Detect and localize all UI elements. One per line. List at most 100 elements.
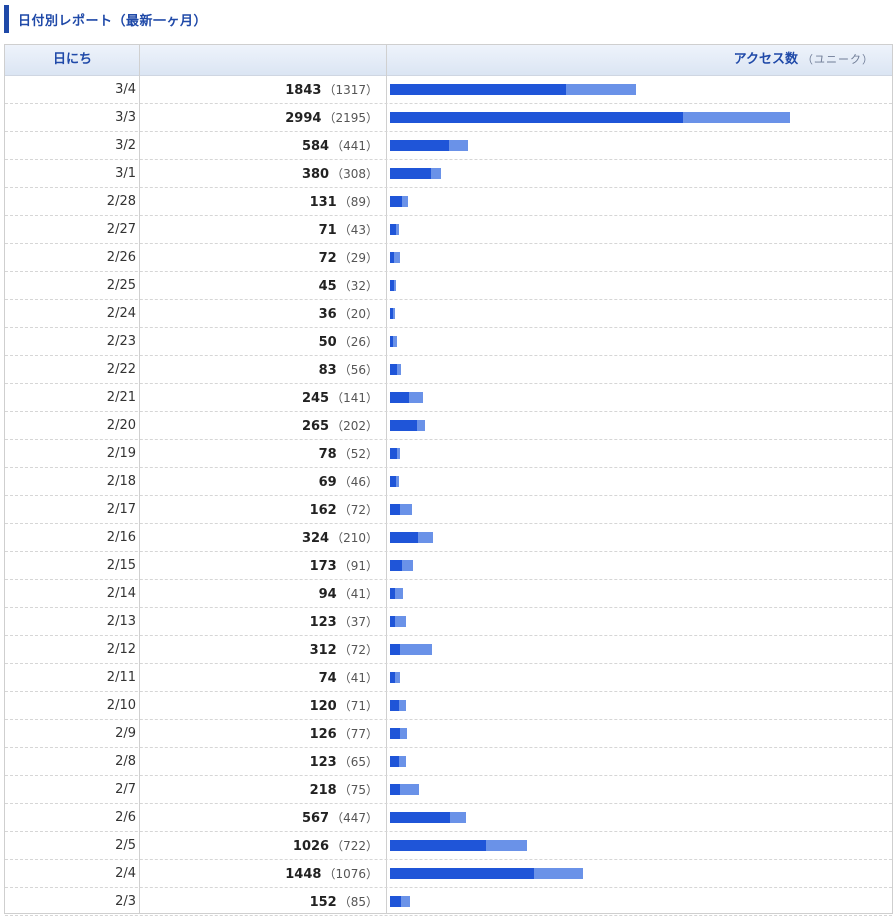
table-row: 2/23 50 （26）: [5, 328, 892, 356]
row-access-count: 218 （75）: [310, 776, 378, 804]
total-visits-label: 324: [301, 531, 330, 546]
page-title: 日付別レポート（最新一ヶ月）: [18, 13, 208, 29]
total-visits-label: 245: [301, 391, 330, 406]
unique-visits-bar: [390, 140, 449, 151]
total-visits-label: 173: [309, 559, 337, 574]
row-date: 2/8: [115, 754, 136, 769]
total-visits-label: 74: [318, 671, 337, 686]
unique-visits-bar: [390, 308, 393, 319]
row-date: 2/3: [115, 894, 136, 909]
table-row: 2/14 94 （41）: [5, 580, 892, 608]
table-row: 3/2 584 （441）: [5, 132, 892, 160]
unique-visits-label: （89）: [338, 195, 378, 209]
row-access-count: 312 （72）: [310, 636, 378, 664]
row-date: 2/14: [106, 586, 136, 601]
row-access-count: 36 （20）: [319, 300, 378, 328]
unique-visits-bar: [390, 868, 534, 879]
title-accent-bar: [4, 5, 9, 33]
unique-visits-label: （46）: [338, 475, 378, 489]
access-column-header: アクセス数 （ユニーク）: [734, 45, 874, 75]
row-access-count: 567 （447）: [302, 804, 378, 832]
total-visits-label: 1448: [285, 867, 322, 882]
unique-visits-bar: [390, 364, 397, 375]
row-access-count: 71 （43）: [319, 216, 378, 244]
unique-visits-bar: [390, 840, 486, 851]
row-access-count: 74 （41）: [319, 664, 378, 692]
table-row: 2/5 1026 （722）: [5, 832, 892, 860]
total-visits-label: 123: [309, 755, 337, 770]
table-row: 2/25 45 （32）: [5, 272, 892, 300]
unique-visits-bar: [390, 336, 393, 347]
table-row: 2/17 162 （72）: [5, 496, 892, 524]
row-access-count: 126 （77）: [310, 720, 378, 748]
unique-visits-bar: [390, 252, 394, 263]
total-visits-label: 71: [318, 223, 337, 238]
unique-visits-bar: [390, 532, 418, 543]
unique-visits-label: （65）: [338, 755, 378, 769]
row-date: 2/19: [106, 446, 136, 461]
unique-visits-bar: [390, 784, 400, 795]
row-date: 2/27: [106, 222, 136, 237]
table-row: 2/13 123 （37）: [5, 608, 892, 636]
row-date: 2/9: [115, 726, 136, 741]
row-date: 3/2: [115, 138, 136, 153]
unique-visits-bar: [390, 672, 395, 683]
row-access-count: 50 （26）: [319, 328, 378, 356]
unique-visits-label: （56）: [338, 363, 378, 377]
report-title: 日付別レポート（最新一ヶ月）: [4, 5, 207, 33]
unique-visits-bar: [390, 420, 417, 431]
row-access-count: 69 （46）: [319, 468, 378, 496]
total-visits-label: 69: [318, 475, 337, 490]
table-row: 2/21 245 （141）: [5, 384, 892, 412]
unique-visits-bar: [390, 560, 402, 571]
daily-report-table: 日にち アクセス数 （ユニーク） 3/4 1843 （1317） 3/3 2994 （219…: [4, 44, 893, 916]
total-visits-label: 131: [309, 195, 337, 210]
unique-visits-bar: [390, 504, 400, 515]
unique-visits-bar: [390, 448, 397, 459]
access-header-label: アクセス数: [733, 52, 798, 67]
unique-visits-bar: [390, 280, 394, 291]
unique-visits-label: （32）: [338, 279, 378, 293]
row-date: 2/17: [106, 502, 136, 517]
table-row: 2/4 1448 （1076）: [5, 860, 892, 888]
table-row: 2/8 123 （65）: [5, 748, 892, 776]
row-access-count: 131 （89）: [310, 188, 378, 216]
row-access-count: 78 （52）: [319, 440, 378, 468]
unique-visits-label: （1317）: [323, 83, 378, 97]
row-date: 2/20: [106, 418, 136, 433]
total-visits-label: 94: [318, 587, 337, 602]
table-row: 2/20 265 （202）: [5, 412, 892, 440]
total-visits-label: 162: [309, 503, 337, 518]
row-access-count: 162 （72）: [310, 496, 378, 524]
total-visits-label: 265: [301, 419, 330, 434]
table-row: 2/12 312 （72）: [5, 636, 892, 664]
total-visits-label: 126: [309, 727, 337, 742]
table-row: 2/10 120 （71）: [5, 692, 892, 720]
total-visits-label: 123: [309, 615, 337, 630]
row-date: 2/22: [106, 362, 136, 377]
row-access-count: 380 （308）: [302, 160, 378, 188]
row-access-count: 123 （65）: [310, 748, 378, 776]
unique-visits-label: （37）: [338, 615, 378, 629]
unique-visits-label: （29）: [338, 251, 378, 265]
table-row: 3/3 2994 （2195）: [5, 104, 892, 132]
date-column-header: 日にち: [52, 52, 92, 67]
table-row: 2/6 567 （447）: [5, 804, 892, 832]
row-date: 2/4: [115, 866, 136, 881]
unique-visits-label: （20）: [338, 307, 378, 321]
table-row: 2/3 152 （85）: [5, 888, 892, 916]
unique-visits-label: （2195）: [323, 111, 378, 125]
unique-visits-label: （41）: [338, 587, 378, 601]
table-row: 2/9 126 （77）: [5, 720, 892, 748]
total-visits-label: 83: [318, 363, 337, 378]
total-visits-label: 50: [318, 335, 337, 350]
row-access-count: 45 （32）: [319, 272, 378, 300]
total-visits-label: 72: [318, 251, 337, 266]
total-visits-label: 78: [318, 447, 337, 462]
unique-visits-bar: [390, 588, 395, 599]
table-row: 2/24 36 （20）: [5, 300, 892, 328]
unique-visits-bar: [390, 728, 400, 739]
row-date: 2/6: [115, 810, 136, 825]
total-visits-label: 380: [301, 167, 330, 182]
total-visits-label: 2994: [285, 111, 322, 126]
